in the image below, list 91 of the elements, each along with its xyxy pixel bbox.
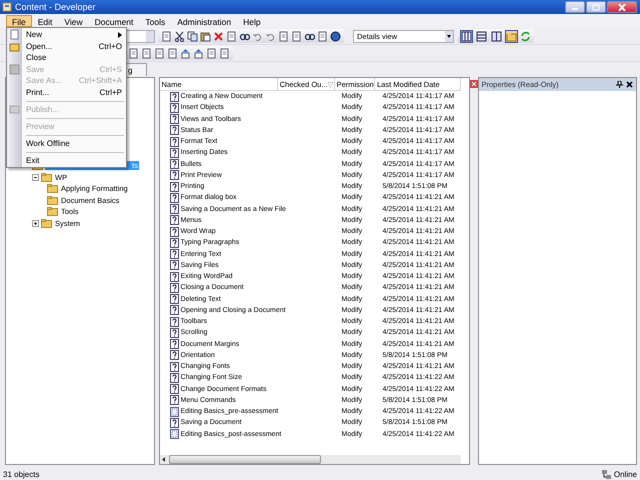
folder-button[interactable] bbox=[505, 30, 518, 42]
menu-item[interactable]: Close bbox=[7, 52, 126, 64]
document-icon bbox=[170, 339, 179, 350]
document-icon bbox=[170, 282, 179, 293]
maximize-icon bbox=[592, 4, 600, 10]
document-icon bbox=[170, 136, 179, 147]
folder-icon bbox=[41, 218, 52, 228]
clipboard-icon[interactable] bbox=[200, 30, 211, 42]
delete-icon[interactable] bbox=[213, 30, 224, 42]
menu-item[interactable]: Tools bbox=[139, 15, 172, 27]
folder-icon bbox=[47, 207, 58, 216]
document-icon bbox=[170, 148, 179, 158]
document-icon bbox=[170, 316, 179, 327]
menu-item[interactable]: Work Offline bbox=[7, 138, 126, 149]
close-icon bbox=[618, 4, 626, 10]
document-icon bbox=[170, 226, 179, 237]
document-icon bbox=[170, 260, 179, 270]
menu-item[interactable]: Edit bbox=[32, 15, 58, 27]
tab[interactable]: g bbox=[125, 63, 147, 76]
network-icon bbox=[600, 468, 612, 480]
caret-icon[interactable] bbox=[445, 30, 453, 42]
document-icon bbox=[170, 418, 179, 428]
document-icon[interactable] bbox=[226, 30, 237, 42]
upload-icon[interactable] bbox=[180, 48, 191, 58]
document-icon bbox=[170, 249, 179, 260]
document-icon bbox=[170, 114, 179, 124]
app-icon bbox=[2, 2, 12, 12]
document-icon bbox=[170, 159, 179, 170]
document-icon bbox=[170, 384, 179, 394]
document-icon bbox=[170, 125, 179, 136]
document-icon bbox=[170, 204, 179, 214]
menu-item[interactable]: File bbox=[6, 15, 32, 27]
columns-view-button[interactable] bbox=[490, 30, 503, 42]
status-text: Online bbox=[614, 470, 637, 478]
close-button[interactable] bbox=[607, 1, 637, 13]
document-icon[interactable] bbox=[141, 48, 152, 58]
combo-box[interactable] bbox=[125, 30, 155, 42]
document-icon bbox=[170, 294, 179, 304]
window-title: Content - Developer bbox=[15, 2, 97, 12]
menu-item[interactable]: Help bbox=[237, 15, 267, 27]
menu-item[interactable]: Administration bbox=[171, 15, 238, 27]
document-icon bbox=[170, 102, 179, 113]
folder-icon bbox=[41, 172, 52, 182]
document-icon bbox=[170, 192, 179, 203]
document-icon[interactable] bbox=[206, 48, 217, 58]
menu-item[interactable]: Document bbox=[88, 15, 140, 27]
pin-icon[interactable] bbox=[616, 81, 623, 88]
folder-icon bbox=[47, 196, 58, 205]
document-icon[interactable] bbox=[167, 48, 178, 58]
document-icon bbox=[170, 272, 179, 282]
menu-item[interactable]: New bbox=[7, 29, 126, 40]
scroll-left-icon[interactable] bbox=[160, 456, 167, 463]
document-icon bbox=[170, 170, 179, 180]
document-icon[interactable] bbox=[219, 48, 230, 58]
document-icon bbox=[170, 92, 179, 102]
folder-icon bbox=[9, 40, 20, 52]
quiz-icon bbox=[170, 429, 179, 440]
upload-icon[interactable] bbox=[193, 48, 204, 58]
document-icon bbox=[170, 238, 179, 248]
folder-icon bbox=[47, 184, 58, 194]
copy-icon[interactable] bbox=[187, 30, 198, 42]
document-icon bbox=[170, 362, 179, 372]
maximize-button[interactable] bbox=[586, 1, 606, 13]
document-icon bbox=[170, 395, 179, 406]
expander-icon[interactable] bbox=[32, 174, 39, 181]
menu-item[interactable]: Exit bbox=[7, 154, 126, 166]
expander-icon[interactable] bbox=[32, 220, 39, 227]
document-icon[interactable] bbox=[278, 30, 289, 42]
document-icon bbox=[170, 372, 179, 383]
document-icon[interactable] bbox=[154, 48, 165, 58]
document-icon[interactable] bbox=[317, 30, 328, 42]
document-icon bbox=[170, 350, 179, 360]
document-icon[interactable] bbox=[128, 48, 139, 58]
grid-view-button[interactable] bbox=[460, 30, 473, 42]
close-icon[interactable] bbox=[626, 81, 633, 88]
document-icon[interactable] bbox=[291, 30, 302, 42]
scissors-icon[interactable] bbox=[174, 30, 185, 42]
menu-item[interactable]: Print... Ctrl+P bbox=[7, 86, 126, 98]
document-icon bbox=[170, 215, 179, 226]
document-icon bbox=[170, 305, 179, 316]
quiz-icon bbox=[170, 406, 179, 417]
rows-view-button[interactable] bbox=[475, 30, 488, 42]
scrollbar[interactable] bbox=[160, 455, 461, 464]
document-icon bbox=[170, 328, 179, 338]
menu-item[interactable]: Open... Ctrl+O bbox=[7, 40, 126, 52]
minimize-button[interactable] bbox=[565, 1, 585, 13]
menu-item[interactable]: View bbox=[58, 15, 89, 27]
refresh-icon[interactable] bbox=[520, 30, 531, 42]
document-icon bbox=[170, 182, 179, 192]
status-text: 31 objects bbox=[3, 470, 40, 478]
document-icon[interactable] bbox=[161, 30, 172, 42]
